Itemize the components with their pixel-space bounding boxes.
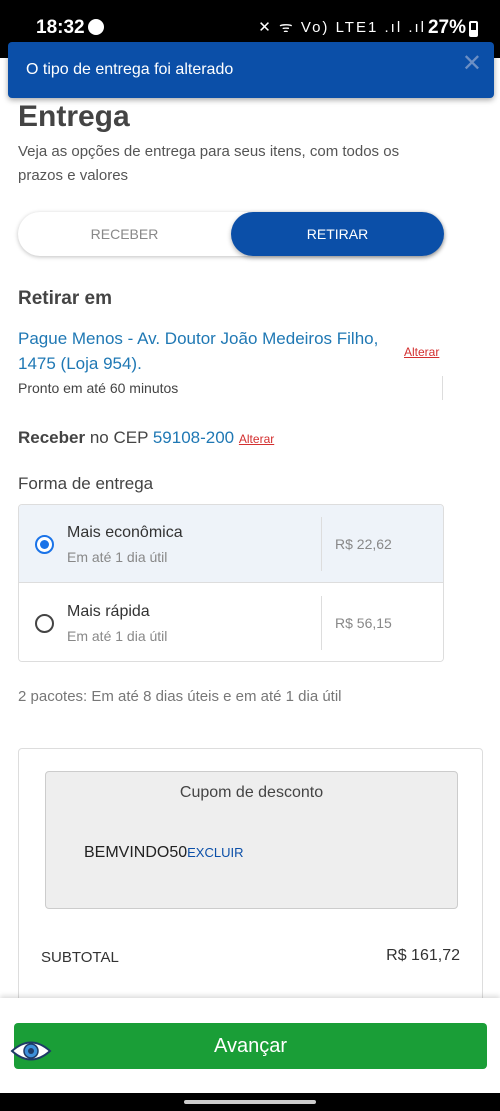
- packages-info: 2 pacotes: Em até 8 dias úteis e em até …: [18, 688, 342, 705]
- order-summary-card: Cupom de desconto BEMVINDO50EXCLUIR SUBT…: [18, 748, 483, 1008]
- advance-button[interactable]: Avançar: [14, 1023, 487, 1069]
- shipping-option-economica[interactable]: Mais econômica Em até 1 dia útil R$ 22,6…: [19, 505, 443, 583]
- radio-unselected-icon[interactable]: [35, 614, 54, 633]
- toggle-receber[interactable]: RECEBER: [18, 212, 231, 256]
- radio-selected-icon[interactable]: [35, 535, 54, 554]
- cep-label: no CEP: [85, 428, 153, 447]
- toast-message: O tipo de entrega foi alterado: [26, 61, 234, 78]
- divider: [321, 596, 322, 650]
- eye-icon[interactable]: [10, 1038, 52, 1064]
- divider: [321, 517, 322, 571]
- subtotal-label: SUBTOTAL: [41, 949, 119, 966]
- status-icons: ✕ ᯤ Vo) LTE1 .ıl .ıl: [258, 19, 426, 36]
- change-store-link[interactable]: Alterar: [404, 345, 439, 359]
- page-title: Entrega: [18, 100, 130, 133]
- option-time: Em até 1 dia útil: [67, 549, 168, 565]
- shipping-heading: Forma de entrega: [18, 474, 154, 493]
- divider: [442, 376, 443, 400]
- shipping-options: Mais econômica Em até 1 dia útil R$ 22,6…: [18, 504, 444, 662]
- cep-label-strong: Receber: [18, 428, 86, 447]
- coupon-title: Cupom de desconto: [179, 784, 324, 801]
- cep-value: 59108-200: [152, 428, 235, 447]
- coupon-row: BEMVINDO50EXCLUIR: [84, 844, 244, 862]
- coupon-box: Cupom de desconto BEMVINDO50EXCLUIR: [45, 771, 458, 909]
- pickup-heading: Retirar em: [18, 288, 112, 309]
- option-price: R$ 56,15: [335, 615, 392, 631]
- toggle-retirar[interactable]: RETIRAR: [231, 212, 444, 256]
- battery-icon: [469, 21, 478, 37]
- status-time: 18:32: [36, 17, 85, 38]
- cep-row: Receber no CEP 59108-200 Alterar: [18, 428, 274, 448]
- change-cep-link[interactable]: Alterar: [239, 432, 274, 446]
- pickup-store[interactable]: Pague Menos - Av. Doutor João Medeiros F…: [18, 326, 398, 376]
- whatsapp-icon: [88, 19, 104, 35]
- toast-notification: O tipo de entrega foi alterado ✕: [8, 42, 494, 98]
- close-icon[interactable]: ✕: [462, 52, 482, 76]
- home-handle[interactable]: [184, 1100, 316, 1104]
- subtotal-value: R$ 161,72: [386, 947, 460, 964]
- delivery-type-toggle: RECEBER RETIRAR: [18, 212, 444, 256]
- option-name: Mais rápida: [67, 603, 150, 620]
- option-name: Mais econômica: [67, 524, 183, 541]
- option-time: Em até 1 dia útil: [67, 628, 168, 644]
- battery-level: 27%: [427, 17, 466, 38]
- remove-coupon-button[interactable]: EXCLUIR: [187, 845, 243, 860]
- page-subtitle: Veja as opções de entrega para seus iten…: [18, 143, 400, 184]
- system-nav-bar: [0, 1093, 500, 1111]
- bottom-action-bar: Avançar: [0, 998, 500, 1093]
- pickup-ready-time: Pronto em até 60 minutos: [18, 380, 179, 396]
- coupon-code: BEMVINDO50: [84, 844, 188, 861]
- shipping-option-rapida[interactable]: Mais rápida Em até 1 dia útil R$ 56,15: [19, 584, 443, 661]
- option-price: R$ 22,62: [335, 536, 392, 552]
